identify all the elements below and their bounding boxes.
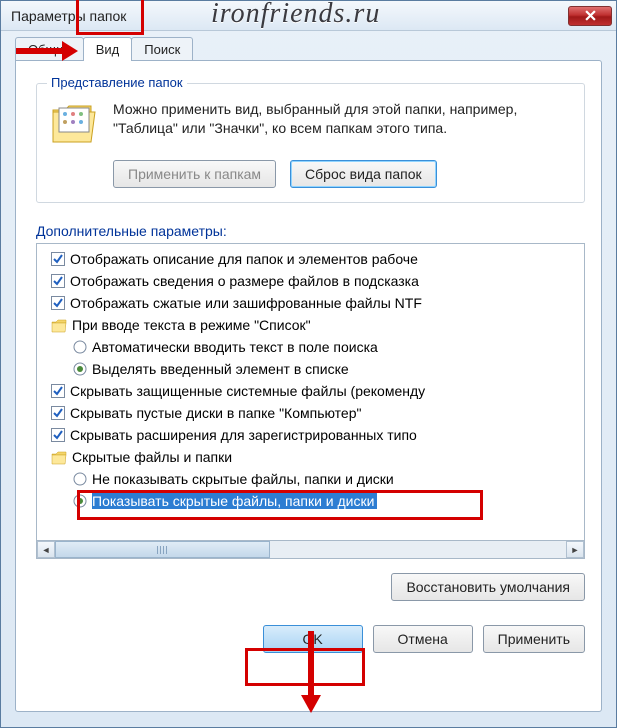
tab-general[interactable]: Общие <box>15 37 84 61</box>
tree-option-radio[interactable]: Автоматически вводить текст в поле поиск… <box>43 336 582 358</box>
tree-option-check[interactable]: Скрывать защищенные системные файлы (рек… <box>43 380 582 402</box>
tree-option-check[interactable]: Отображать описание для папок и элементо… <box>43 248 582 270</box>
group-title: Представление папок <box>47 75 187 90</box>
folder-options-window: Параметры папок ironfriends.ru Общие Вид… <box>0 0 617 728</box>
advanced-settings-tree[interactable]: Отображать описание для папок и элементо… <box>36 243 585 541</box>
tree-option-radio[interactable]: Не показывать скрытые файлы, папки и дис… <box>43 468 582 490</box>
tree-item-label: При вводе текста в режиме "Список" <box>72 317 311 333</box>
content-area: Общие Вид Поиск Представление папок Можн… <box>1 31 616 724</box>
tree-option-check[interactable]: Отображать сжатые или зашифрованные файл… <box>43 292 582 314</box>
tree-group: Скрытые файлы и папки <box>43 446 582 468</box>
tree-option-radio[interactable]: Выделять введенный элемент в списке <box>43 358 582 380</box>
tree-option-radio[interactable]: Показывать скрытые файлы, папки и диски <box>43 490 582 512</box>
apply-button[interactable]: Применить <box>483 625 585 653</box>
tab-bar: Общие Вид Поиск <box>15 37 602 61</box>
group-description: Можно применить вид, выбранный для этой … <box>113 100 570 144</box>
tree-item-label: Автоматически вводить текст в поле поиск… <box>92 339 378 355</box>
annotation-box-ok <box>245 648 365 686</box>
titlebar: Параметры папок ironfriends.ru <box>1 1 616 31</box>
tree-option-check[interactable]: Скрывать пустые диски в папке "Компьютер… <box>43 402 582 424</box>
reset-folders-button[interactable]: Сброс вида папок <box>290 160 437 188</box>
tree-item-label: Скрытые файлы и папки <box>72 449 232 465</box>
tab-search[interactable]: Поиск <box>131 37 193 61</box>
horizontal-scrollbar[interactable]: ◄ ► <box>36 541 585 559</box>
tree-item-label: Отображать сведения о размере файлов в п… <box>70 273 419 289</box>
tree-item-label: Отображать описание для папок и элементо… <box>70 251 418 267</box>
tree-item-label: Показывать скрытые файлы, папки и диски <box>92 493 377 509</box>
folder-views-group: Представление папок Можно применить вид,… <box>36 83 585 203</box>
tree-item-label: Скрывать пустые диски в папке "Компьютер… <box>70 405 361 421</box>
close-icon <box>585 10 596 21</box>
tree-item-label: Скрывать расширения для зарегистрированн… <box>70 427 417 443</box>
restore-defaults-button[interactable]: Восстановить умолчания <box>391 573 585 601</box>
tree-item-label: Не показывать скрытые файлы, папки и дис… <box>92 471 394 487</box>
tree-item-label: Выделять введенный элемент в списке <box>92 361 349 377</box>
tree-group: При вводе текста в режиме "Список" <box>43 314 582 336</box>
scroll-thumb[interactable] <box>55 541 270 558</box>
folder-views-icon <box>51 102 99 144</box>
close-button[interactable] <box>568 6 612 26</box>
ok-button[interactable]: OK <box>263 625 363 653</box>
tree-option-check[interactable]: Скрывать расширения для зарегистрированн… <box>43 424 582 446</box>
cancel-button[interactable]: Отмена <box>373 625 473 653</box>
scroll-right-button[interactable]: ► <box>566 541 584 558</box>
advanced-settings-label: Дополнительные параметры: <box>36 223 585 239</box>
window-title: Параметры папок <box>11 8 126 24</box>
tree-option-check[interactable]: Отображать сведения о размере файлов в п… <box>43 270 582 292</box>
scroll-left-button[interactable]: ◄ <box>37 541 55 558</box>
tab-panel: Представление папок Можно применить вид,… <box>15 60 602 712</box>
tab-view[interactable]: Вид <box>83 37 133 61</box>
tree-item-label: Скрывать защищенные системные файлы (рек… <box>70 383 425 399</box>
apply-to-folders-button: Применить к папкам <box>113 160 276 188</box>
tree-item-label: Отображать сжатые или зашифрованные файл… <box>70 295 422 311</box>
watermark-text: ironfriends.ru <box>211 0 380 30</box>
scroll-track[interactable] <box>55 541 566 558</box>
